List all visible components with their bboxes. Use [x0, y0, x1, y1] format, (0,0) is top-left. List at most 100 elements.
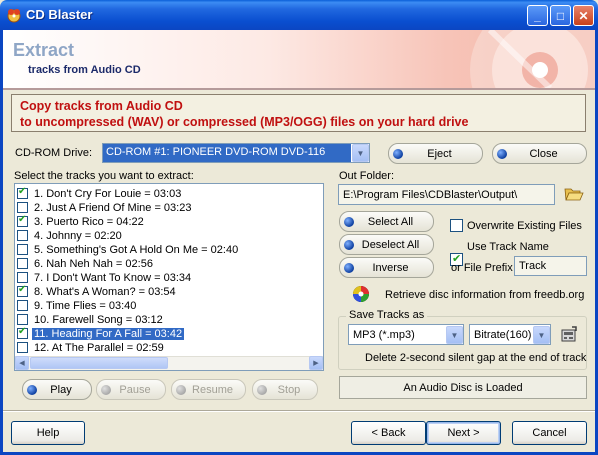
track-list[interactable]: 1. Don't Cry For Louie = 03:03 2. Just A… [14, 183, 324, 371]
stop-button[interactable]: Stop [252, 379, 318, 400]
overwrite-checkbox[interactable] [450, 219, 463, 232]
track-checkbox[interactable] [17, 202, 28, 213]
resume-label: Resume [192, 383, 233, 396]
out-folder-input[interactable]: E:\Program Files\CDBlaster\Output\ [338, 184, 555, 205]
pause-label: Pause [119, 383, 151, 396]
list-item[interactable]: 1. Don't Cry For Louie = 03:03 [17, 186, 183, 200]
deselect-all-label: Deselect All [361, 238, 420, 251]
select-all-button[interactable]: Select All [339, 211, 434, 232]
bitrate-value: Bitrate(160) [474, 329, 532, 341]
list-item[interactable]: 7. I Don't Want To Know = 03:34 [17, 271, 193, 284]
track-checkbox[interactable] [17, 186, 28, 199]
list-item[interactable]: 4. Johnny = 02:20 [17, 229, 124, 242]
list-item[interactable]: 12. At The Parallel = 02:59 [17, 341, 166, 354]
radio-dot-icon [176, 384, 186, 395]
list-item[interactable]: 8. What's A Woman? = 03:54 [17, 284, 178, 298]
next-label: Next > [447, 427, 480, 439]
track-text: 5. Something's Got A Hold On Me = 02:40 [34, 243, 239, 256]
eject-button[interactable]: Eject [388, 143, 483, 164]
format-dropdown-button[interactable]: ▼ [446, 326, 463, 344]
banner-subtitle: tracks from Audio CD [28, 64, 141, 76]
pause-button[interactable]: Pause [96, 379, 166, 400]
color-disc-icon[interactable] [352, 285, 370, 303]
inverse-button[interactable]: Inverse [339, 257, 434, 278]
footer-divider [3, 410, 595, 412]
track-checkbox[interactable] [17, 284, 28, 297]
freedb-link[interactable]: Retrieve disc information from freedb.or… [385, 289, 584, 301]
radio-dot-icon [27, 384, 37, 395]
file-prefix-input[interactable]: Track [514, 256, 587, 276]
track-checkbox[interactable] [17, 230, 28, 241]
track-text: 9. Time Flies = 03:40 [34, 299, 137, 312]
track-text: 1. Don't Cry For Louie = 03:03 [34, 187, 182, 200]
radio-dot-icon [393, 148, 403, 159]
window-title: CD Blaster [26, 7, 93, 22]
use-track-name-label: Use Track Name [467, 241, 549, 253]
delete-gap-label: Delete 2-second silent gap at the end of… [365, 352, 587, 364]
bitrate-settings-icon[interactable] [560, 326, 578, 344]
track-text: 7. I Don't Want To Know = 03:34 [34, 271, 192, 284]
minimize-icon: _ [534, 8, 541, 23]
cdrom-drive-value[interactable]: CD-ROM #1: PIONEER DVD-ROM DVD-116 [103, 144, 351, 162]
list-item[interactable]: 3. Puerto Rico = 04:22 [17, 214, 146, 228]
track-text: 8. What's A Woman? = 03:54 [34, 285, 176, 298]
track-checkbox[interactable] [17, 258, 28, 269]
list-item[interactable]: 6. Nah Neh Nah = 02:56 [17, 257, 155, 270]
bitrate-select[interactable]: Bitrate(160) ▼ [469, 324, 551, 345]
track-checkbox[interactable] [17, 314, 28, 325]
track-checkbox[interactable] [17, 244, 28, 255]
list-item[interactable]: 2. Just A Friend Of Mine = 03:23 [17, 201, 193, 214]
list-item[interactable]: 11. Heading For A Fall = 03:42 [17, 326, 185, 340]
overwrite-label: Overwrite Existing Files [467, 220, 582, 232]
next-button[interactable]: Next > [426, 421, 501, 445]
track-text: 12. At The Parallel = 02:59 [34, 341, 164, 354]
cdrom-label: CD-ROM Drive: [15, 147, 92, 159]
chevron-down-icon: ▼ [450, 330, 459, 340]
radio-dot-icon [497, 148, 507, 159]
inverse-label: Inverse [372, 261, 409, 274]
back-label: < Back [371, 427, 406, 439]
track-text: 4. Johnny = 02:20 [34, 229, 122, 242]
chevron-down-icon: ▼ [356, 148, 365, 158]
open-folder-icon[interactable] [564, 185, 584, 203]
cancel-button[interactable]: Cancel [512, 421, 587, 445]
help-button[interactable]: Help [11, 421, 85, 445]
cdrom-dropdown-button[interactable]: ▼ [352, 144, 369, 162]
radio-dot-icon [101, 384, 111, 395]
format-value: MP3 (*.mp3) [353, 329, 415, 341]
eject-label: Eject [427, 147, 452, 160]
out-folder-label: Out Folder: [339, 170, 395, 182]
close-window-button[interactable]: ✕ [573, 5, 594, 26]
track-checkbox[interactable] [17, 272, 28, 283]
select-all-label: Select All [367, 215, 414, 228]
cd-blaster-app-icon [7, 9, 21, 23]
back-button[interactable]: < Back [351, 421, 426, 445]
file-prefix-label: or File Prefix [451, 262, 513, 274]
banner-divider [3, 88, 595, 90]
play-button[interactable]: Play [22, 379, 92, 400]
tracks-label: Select the tracks you want to extract: [14, 170, 194, 182]
list-item[interactable]: 10. Farewell Song = 03:12 [17, 313, 165, 326]
track-text: 6. Nah Neh Nah = 02:56 [34, 257, 153, 270]
scroll-right-button[interactable]: ▶ [309, 356, 323, 370]
radio-dot-icon [257, 384, 267, 395]
track-text: 2. Just A Friend Of Mine = 03:23 [34, 201, 192, 214]
radio-dot-icon [344, 262, 354, 273]
track-checkbox[interactable] [17, 300, 28, 311]
scrollbar-thumb[interactable] [30, 357, 168, 369]
chevron-down-icon: ▼ [537, 330, 546, 340]
deselect-all-button[interactable]: Deselect All [339, 234, 434, 255]
resume-button[interactable]: Resume [171, 379, 246, 400]
track-checkbox[interactable] [17, 342, 28, 353]
track-checkbox[interactable] [17, 214, 28, 227]
format-select[interactable]: MP3 (*.mp3) ▼ [348, 324, 464, 345]
maximize-button[interactable]: □ [550, 5, 571, 26]
scroll-left-button[interactable]: ◀ [15, 356, 29, 370]
minimize-button[interactable]: _ [527, 5, 548, 26]
close-tray-button[interactable]: Close [492, 143, 587, 164]
close-icon: ✕ [578, 8, 589, 23]
track-checkbox[interactable] [17, 326, 28, 339]
bitrate-dropdown-button[interactable]: ▼ [533, 326, 550, 344]
list-item[interactable]: 5. Something's Got A Hold On Me = 02:40 [17, 243, 240, 256]
list-item[interactable]: 9. Time Flies = 03:40 [17, 299, 138, 312]
